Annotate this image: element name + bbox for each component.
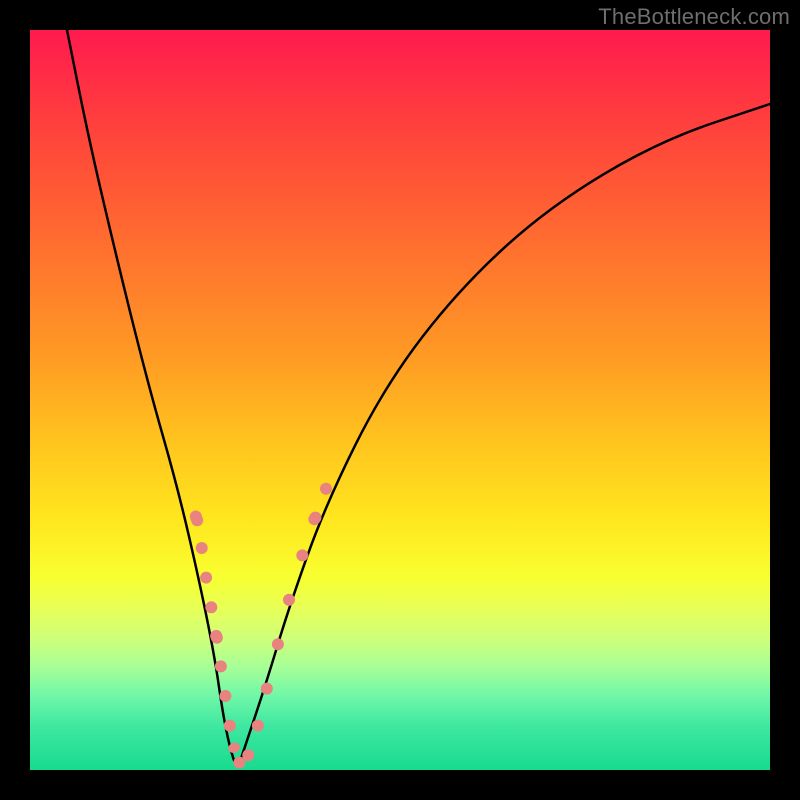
marker-dot: [196, 542, 208, 554]
marker-dot: [252, 720, 264, 732]
marker-pill: [188, 509, 205, 528]
curve-svg: [30, 30, 770, 770]
marker-pill: [258, 680, 275, 697]
marker-dot: [320, 483, 332, 495]
data-markers: [188, 483, 332, 769]
marker-dot: [296, 549, 308, 561]
bottleneck-curve: [67, 30, 770, 764]
marker-dot: [224, 720, 236, 732]
marker-pill: [306, 509, 324, 527]
marker-dot: [205, 601, 217, 613]
marker-dot: [215, 660, 227, 672]
chart-container: TheBottleneck.com: [0, 0, 800, 800]
plot-area: [30, 30, 770, 770]
watermark-text: TheBottleneck.com: [598, 4, 790, 30]
marker-dot: [272, 638, 284, 650]
